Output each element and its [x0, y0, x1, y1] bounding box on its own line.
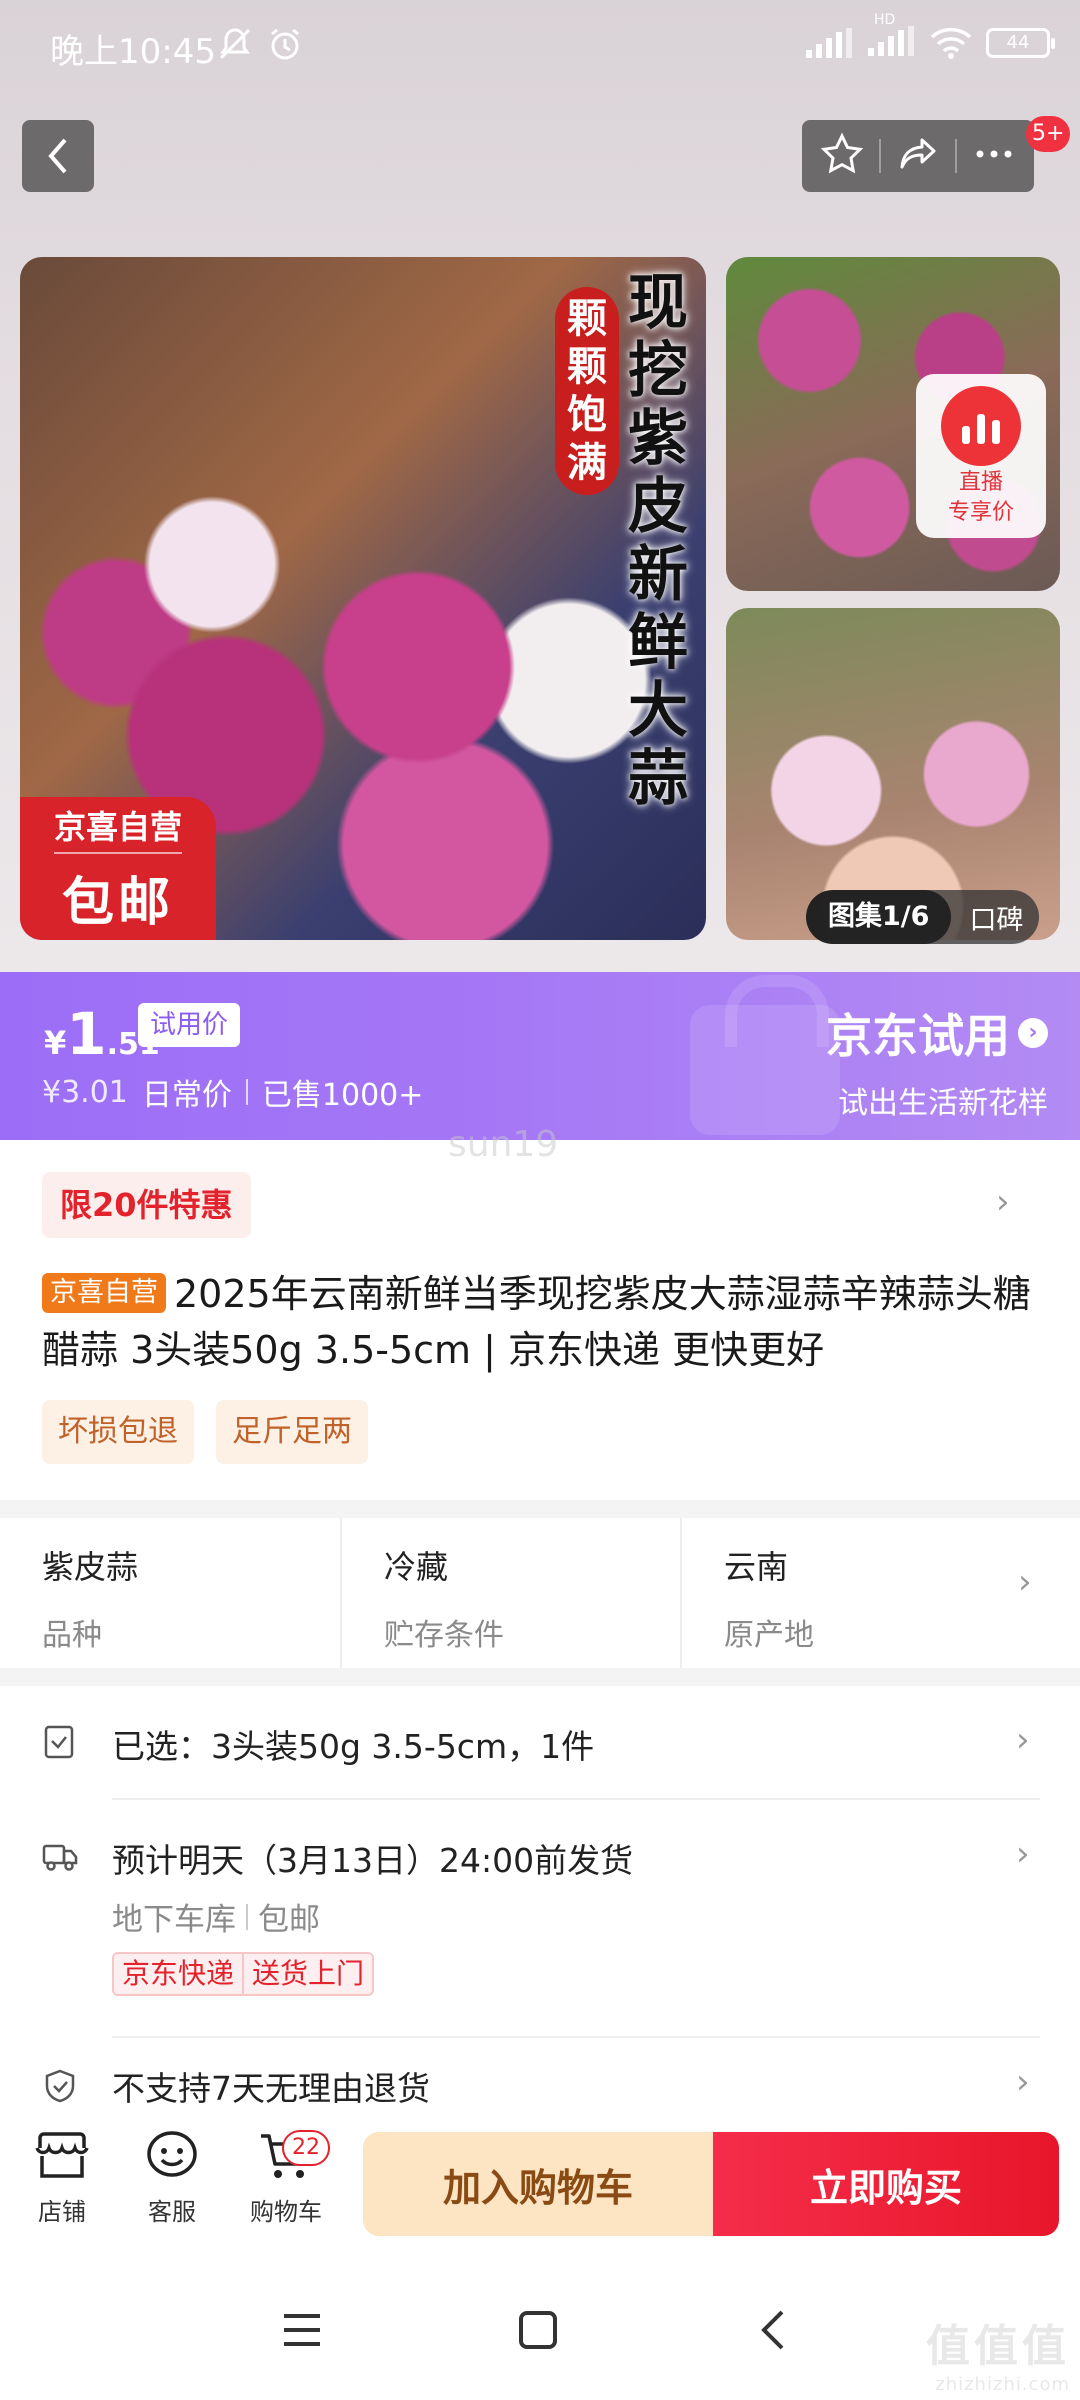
live-label: 直播 [958, 470, 1003, 495]
cart-count-badge: 22 [282, 2130, 330, 2166]
back-button[interactable] [22, 120, 94, 192]
attribute-storage: 冷藏 贮存条件 [340, 1518, 680, 1668]
status-time: 晚上10:45 [50, 32, 216, 72]
shield-icon [45, 2069, 75, 2103]
album-counter[interactable]: 图集1/6 [806, 890, 952, 944]
menu-icon[interactable] [280, 2310, 324, 2350]
chevron-left-icon [48, 138, 67, 174]
original-price-label: 日常价 [141, 1078, 232, 1113]
chevron-right-icon: › [1016, 2062, 1030, 2102]
user-watermark: sun19 [448, 1124, 559, 1165]
shopping-bag-icon [690, 975, 840, 1135]
product-attributes[interactable]: 紫皮蒜 品种 冷藏 贮存条件 云南 原产地 › [0, 1518, 1080, 1668]
return-policy-row[interactable]: 不支持7天无理由退货 › [42, 2062, 1040, 2112]
image-title: 现挖紫皮新鲜大蒜 [628, 268, 688, 814]
store-icon [35, 2132, 89, 2178]
site-watermark: 值值值 zhizhizhi.com [926, 2310, 1070, 2395]
favorite-button[interactable] [820, 132, 864, 180]
warehouse: 地下车库 [112, 1902, 236, 1938]
attribute-variety: 紫皮蒜 品种 [42, 1548, 139, 1653]
free-shipping-label: 包邮 [61, 873, 174, 933]
original-price: ¥3.01 [42, 1074, 128, 1110]
wifi-icon [930, 27, 972, 59]
status-bar: 晚上10:45 HD 44 [0, 0, 1080, 95]
chat-icon [147, 2131, 197, 2177]
live-price-label: 专享价 [947, 500, 1014, 525]
image-subtitle: 颗颗饱满 [555, 287, 619, 495]
self-operated-tag: 京喜自营 [42, 1273, 166, 1313]
service-tag: 足斤足两 [216, 1400, 368, 1464]
reviews-tab[interactable]: 口碑 [951, 898, 1039, 937]
shipping-fee: 包邮 [258, 1902, 320, 1938]
jd-trial-link[interactable]: 京东试用 › 试出生活新花样 [826, 1000, 1048, 1122]
home-icon[interactable] [516, 2308, 560, 2352]
jd-trial-subtitle: 试出生活新花样 [838, 1086, 1048, 1121]
chevron-right-icon[interactable]: › [996, 1182, 1010, 1222]
attribute-origin: 云南 原产地 [680, 1518, 1020, 1668]
live-stream-button[interactable]: 直播 专享价 [916, 374, 1046, 538]
share-icon [900, 138, 936, 169]
customer-service-button[interactable]: 客服 [122, 2130, 222, 2227]
selected-spec-row[interactable]: 已选：3头装50g 3.5-5cm，1件 › [42, 1716, 1040, 1772]
album-switch[interactable]: 图集1/6 口碑 [806, 890, 1040, 944]
alarm-icon [271, 28, 299, 60]
return-policy: 不支持7天无理由退货 [112, 2069, 430, 2108]
header-actions [802, 120, 1034, 192]
share-button[interactable] [896, 132, 940, 180]
product-title: 京喜自营 2025年云南新鲜当季现挖紫皮大蒜湿蒜辛辣蒜头糖醋蒜 3头装50g 3.… [42, 1266, 1042, 1378]
hd-label: HD [874, 12, 896, 28]
notification-badge: 5+ [1026, 116, 1071, 152]
chevron-right-icon: › [1016, 1720, 1030, 1760]
more-button[interactable] [972, 132, 1016, 180]
trial-price-tag: 试用价 [138, 1003, 241, 1047]
service-tags: 坏损包退 足斤足两 [42, 1400, 368, 1464]
star-icon [820, 132, 863, 174]
express-tag: 送货上门 [242, 1954, 373, 1994]
express-tags: 京东快递 送货上门 [112, 1952, 375, 1996]
jd-trial-title: 京东试用 [826, 1009, 1010, 1063]
spec-icon [44, 1725, 74, 1759]
product-title-text: 2025年云南新鲜当季现挖紫皮大蒜湿蒜辛辣蒜头糖醋蒜 3头装50g 3.5-5c… [42, 1272, 1031, 1372]
add-to-cart-button[interactable]: 加入购物车 [363, 2132, 713, 2236]
signal-icon [806, 28, 852, 58]
store-button[interactable]: 店铺 [12, 2130, 112, 2227]
site-watermark-url: zhizhizhi.com [935, 2374, 1070, 2395]
signal-hd-icon [868, 26, 914, 56]
limited-offer-chip[interactable]: 限20件特惠 [42, 1172, 251, 1238]
express-tag: 京东快递 [114, 1954, 243, 1994]
truck-icon [42, 1844, 78, 1871]
free-shipping-badge: 京喜自营 包邮 [20, 797, 216, 940]
main-product-image[interactable]: 颗颗饱满 现挖紫皮新鲜大蒜 京喜自营 包邮 [20, 257, 706, 940]
chevron-right-icon: › [1018, 1018, 1048, 1048]
site-watermark-logo: 值值值 [926, 2321, 1070, 2372]
battery-indicator: 44 [986, 28, 1055, 58]
delivery-row[interactable]: 预计明天（3月13日）24:00前发货 地下车库 包邮 京东快递 送货上门 › [42, 1830, 1040, 2010]
service-tag: 坏损包退 [42, 1400, 194, 1464]
more-icon [976, 150, 1012, 158]
self-operated-label: 京喜自营 [53, 802, 182, 854]
selected-spec: 已选：3头装50g 3.5-5cm，1件 [112, 1727, 595, 1766]
chevron-right-icon[interactable]: › [1018, 1562, 1032, 1602]
back-nav-icon[interactable] [756, 2308, 790, 2352]
buy-now-button[interactable]: 立即购买 [713, 2132, 1059, 2236]
chevron-right-icon: › [1016, 1834, 1030, 1874]
price-details: ¥3.01 日常价 已售1000+ [42, 1070, 423, 1114]
live-icon [941, 386, 1021, 466]
system-nav-bar [0, 2270, 1080, 2400]
mute-bell-icon [219, 28, 251, 60]
sold-count: 已售1000+ [261, 1078, 424, 1113]
delivery-estimate: 预计明天（3月13日）24:00前发货 [112, 1841, 634, 1880]
